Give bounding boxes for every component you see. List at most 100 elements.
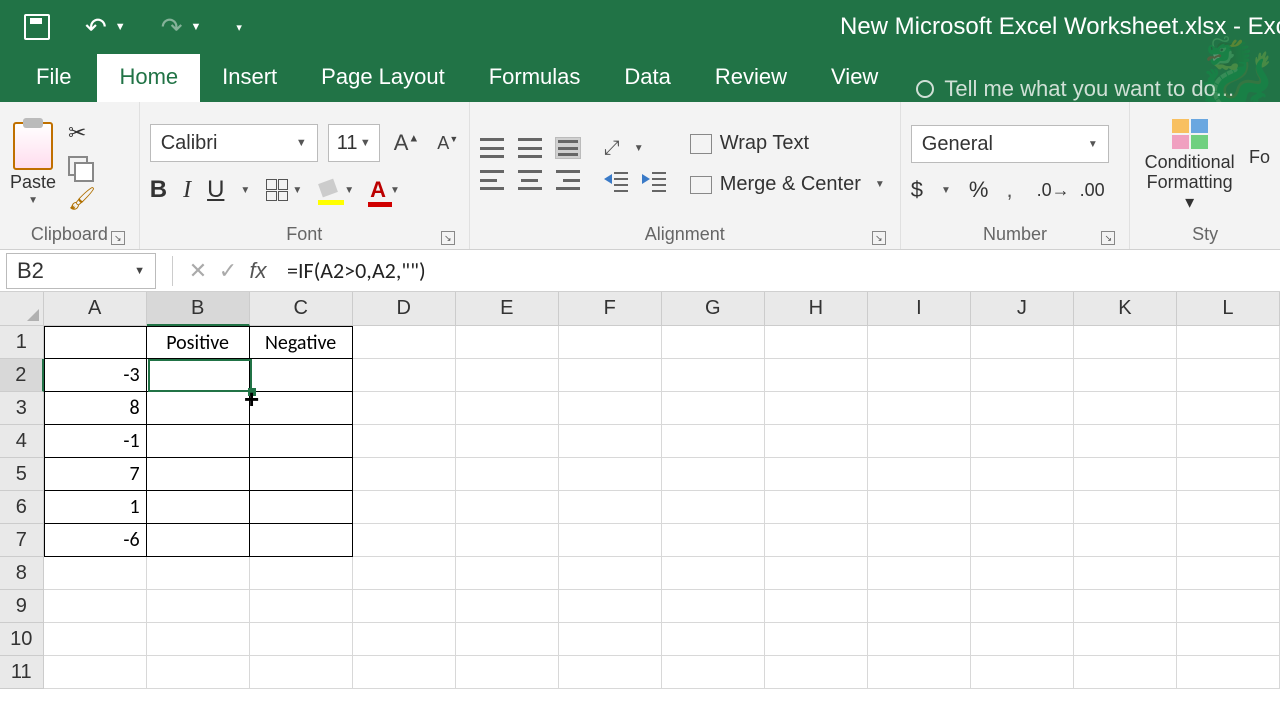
cell-E6[interactable] bbox=[456, 491, 559, 524]
cell-F7[interactable] bbox=[559, 524, 662, 557]
cell-G9[interactable] bbox=[662, 590, 765, 623]
cell-E7[interactable] bbox=[456, 524, 559, 557]
align-top-button[interactable] bbox=[480, 138, 504, 158]
cell-A3[interactable]: 8 bbox=[44, 392, 147, 425]
cell-D10[interactable] bbox=[353, 623, 456, 656]
paste-button[interactable]: Paste ▼ bbox=[10, 122, 56, 206]
cell-G5[interactable] bbox=[662, 458, 765, 491]
cell-F11[interactable] bbox=[559, 656, 662, 689]
align-right-button[interactable] bbox=[556, 170, 580, 190]
cell-G7[interactable] bbox=[662, 524, 765, 557]
cell-F5[interactable] bbox=[559, 458, 662, 491]
formula-bar[interactable]: =IF(A2>0,A2,"") bbox=[273, 257, 1280, 284]
cell-H6[interactable] bbox=[765, 491, 868, 524]
cell-D1[interactable] bbox=[353, 326, 456, 359]
col-header-K[interactable]: K bbox=[1074, 292, 1177, 326]
conditional-formatting-button[interactable]: ConditionalFormatting ▾ bbox=[1140, 115, 1239, 212]
fill-color-button[interactable]: ▼ bbox=[318, 181, 354, 199]
dialog-launcher-icon[interactable]: ↘ bbox=[1101, 231, 1115, 245]
cell-K8[interactable] bbox=[1074, 557, 1177, 590]
decrease-indent-button[interactable] bbox=[604, 172, 628, 192]
tab-insert[interactable]: Insert bbox=[200, 54, 299, 102]
align-left-button[interactable] bbox=[480, 170, 504, 190]
font-name-select[interactable]: Calibri▼ bbox=[150, 124, 318, 162]
row-header[interactable]: 7 bbox=[0, 524, 44, 557]
cell-B11[interactable] bbox=[147, 656, 250, 689]
cell-D3[interactable] bbox=[353, 392, 456, 425]
cell-K11[interactable] bbox=[1074, 656, 1177, 689]
cell-F10[interactable] bbox=[559, 623, 662, 656]
cell-E9[interactable] bbox=[456, 590, 559, 623]
row-header[interactable]: 10 bbox=[0, 623, 44, 656]
cell-A6[interactable]: 1 bbox=[44, 491, 147, 524]
cell-B8[interactable] bbox=[147, 557, 250, 590]
cell-J9[interactable] bbox=[971, 590, 1074, 623]
cell-A7[interactable]: -6 bbox=[44, 524, 147, 557]
dialog-launcher-icon[interactable]: ↘ bbox=[111, 231, 125, 245]
increase-indent-button[interactable] bbox=[642, 172, 666, 192]
cell-I5[interactable] bbox=[868, 458, 971, 491]
cell-D4[interactable] bbox=[353, 425, 456, 458]
font-color-button[interactable]: A▼ bbox=[370, 177, 400, 203]
col-header-D[interactable]: D bbox=[353, 292, 456, 326]
cell-C2[interactable] bbox=[250, 359, 353, 392]
insert-function-button[interactable]: fx bbox=[243, 258, 273, 284]
cell-G3[interactable] bbox=[662, 392, 765, 425]
cell-G6[interactable] bbox=[662, 491, 765, 524]
percent-format-button[interactable]: % bbox=[969, 177, 989, 203]
row-header[interactable]: 2 bbox=[0, 359, 44, 392]
align-center-button[interactable] bbox=[518, 170, 542, 190]
cell-B5[interactable] bbox=[147, 458, 250, 491]
row-header[interactable]: 3 bbox=[0, 392, 44, 425]
col-header-F[interactable]: F bbox=[559, 292, 662, 326]
align-bottom-button[interactable] bbox=[556, 138, 580, 158]
cell-I8[interactable] bbox=[868, 557, 971, 590]
cell-L11[interactable] bbox=[1177, 656, 1280, 689]
cell-F3[interactable] bbox=[559, 392, 662, 425]
cell-C9[interactable] bbox=[250, 590, 353, 623]
cell-F4[interactable] bbox=[559, 425, 662, 458]
cell-L10[interactable] bbox=[1177, 623, 1280, 656]
cell-J1[interactable] bbox=[971, 326, 1074, 359]
cell-A11[interactable] bbox=[44, 656, 147, 689]
cell-L3[interactable] bbox=[1177, 392, 1280, 425]
tell-me-search[interactable]: Tell me what you want to do... bbox=[900, 76, 1234, 102]
cell-H3[interactable] bbox=[765, 392, 868, 425]
cell-F8[interactable] bbox=[559, 557, 662, 590]
spreadsheet[interactable]: A B C D E F G H I J K L 1PositiveNegativ… bbox=[0, 292, 1280, 689]
cell-D2[interactable] bbox=[353, 359, 456, 392]
tab-review[interactable]: Review bbox=[693, 54, 809, 102]
cell-C3[interactable] bbox=[250, 392, 353, 425]
dialog-launcher-icon[interactable]: ↘ bbox=[441, 231, 455, 245]
cell-D5[interactable] bbox=[353, 458, 456, 491]
cell-L7[interactable] bbox=[1177, 524, 1280, 557]
cell-L2[interactable] bbox=[1177, 359, 1280, 392]
cell-B3[interactable] bbox=[147, 392, 250, 425]
col-header-H[interactable]: H bbox=[765, 292, 868, 326]
cell-J6[interactable] bbox=[971, 491, 1074, 524]
save-icon[interactable] bbox=[24, 14, 50, 40]
cell-L9[interactable] bbox=[1177, 590, 1280, 623]
cell-E5[interactable] bbox=[456, 458, 559, 491]
cell-G4[interactable] bbox=[662, 425, 765, 458]
cell-I6[interactable] bbox=[868, 491, 971, 524]
font-size-select[interactable]: 11▼ bbox=[328, 124, 380, 162]
cell-G11[interactable] bbox=[662, 656, 765, 689]
cell-C5[interactable] bbox=[250, 458, 353, 491]
cell-B4[interactable] bbox=[147, 425, 250, 458]
cell-C7[interactable] bbox=[250, 524, 353, 557]
cell-D9[interactable] bbox=[353, 590, 456, 623]
cell-D6[interactable] bbox=[353, 491, 456, 524]
cell-E4[interactable] bbox=[456, 425, 559, 458]
cell-C4[interactable] bbox=[250, 425, 353, 458]
cell-F6[interactable] bbox=[559, 491, 662, 524]
name-box[interactable]: B2▼ bbox=[6, 253, 156, 289]
tab-home[interactable]: Home bbox=[97, 54, 200, 102]
cell-E8[interactable] bbox=[456, 557, 559, 590]
cell-E1[interactable] bbox=[456, 326, 559, 359]
col-header-A[interactable]: A bbox=[44, 292, 147, 326]
increase-decimal-button[interactable]: .0→ bbox=[1037, 180, 1070, 201]
cell-K10[interactable] bbox=[1074, 623, 1177, 656]
cell-I3[interactable] bbox=[868, 392, 971, 425]
accounting-format-button[interactable]: $ bbox=[911, 177, 923, 203]
